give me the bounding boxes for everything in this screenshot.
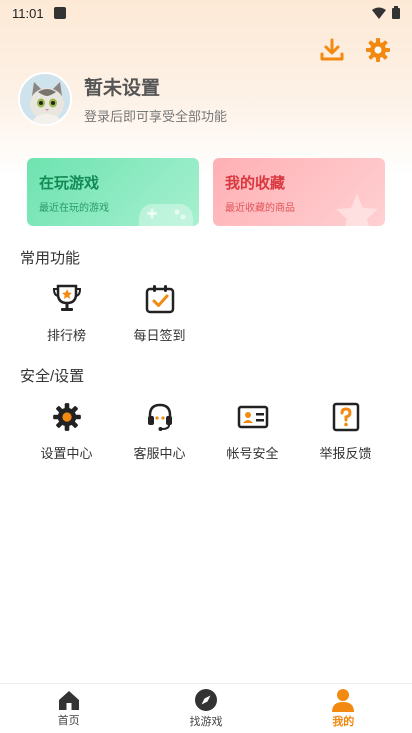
leaderboard-label: 排行榜 (46, 328, 86, 343)
daily-checkin-button[interactable]: 每日签到 (113, 281, 206, 344)
notification-icon (53, 7, 66, 19)
gear-icon (366, 38, 390, 62)
headset-icon (147, 403, 172, 431)
user-icon (332, 689, 355, 712)
settings-center-label: 设置中心 (40, 446, 93, 461)
settings-button[interactable] (364, 36, 392, 64)
star-icon (336, 194, 378, 226)
profile-subtitle: 登录后即可享受全部功能 (84, 109, 228, 124)
common-section-title: 常用功能 (20, 250, 81, 267)
settings-center-button[interactable]: 设置中心 (20, 399, 113, 462)
account-security-label: 帐号安全 (226, 446, 279, 461)
tab-find-games[interactable]: 找游戏 (137, 684, 274, 733)
settings-row: 设置中心 客服中心 帐号安全 举报反馈 (20, 399, 392, 462)
compass-icon (194, 689, 217, 711)
wifi-icon (372, 7, 386, 19)
tab-home-label: 首页 (57, 715, 80, 727)
tab-mine-label: 我的 (332, 716, 355, 728)
download-icon (320, 38, 344, 61)
download-button[interactable] (318, 36, 346, 64)
report-feedback-label: 举报反馈 (319, 446, 372, 461)
battery-icon (392, 6, 400, 19)
question-icon (332, 402, 359, 432)
report-feedback-button[interactable]: 举报反馈 (299, 399, 392, 462)
id-card-icon (237, 405, 268, 429)
settings-section-title: 安全/设置 (20, 368, 85, 385)
trophy-icon (52, 284, 81, 311)
customer-service-label: 客服中心 (133, 446, 186, 461)
calendar-check-icon (145, 285, 174, 314)
profile-section[interactable]: 暂未设置 登录后即可享受全部功能 (18, 72, 227, 126)
tab-home[interactable]: 首页 (0, 684, 137, 733)
cat-avatar-icon (20, 74, 70, 124)
account-security-button[interactable]: 帐号安全 (206, 399, 299, 462)
tab-mine[interactable]: 我的 (275, 684, 412, 733)
gear-icon (52, 403, 81, 431)
bottom-tabbar: 首页 找游戏 我的 (0, 683, 412, 733)
gamepad-icon (138, 204, 194, 226)
avatar[interactable] (18, 72, 72, 126)
my-favorites-card[interactable]: 我的收藏 最近收藏的商品 (213, 158, 385, 226)
top-actions (318, 36, 392, 64)
common-functions-row: 排行榜 每日签到 (20, 281, 392, 344)
daily-checkin-label: 每日签到 (133, 328, 186, 343)
playing-games-card[interactable]: 在玩游戏 最近在玩的游戏 (27, 158, 199, 226)
status-time: 11:01 (12, 5, 44, 21)
status-bar: 11:01 (0, 0, 412, 26)
cards-row: 在玩游戏 最近在玩的游戏 我的收藏 最近收藏的商品 (27, 158, 385, 226)
tab-find-games-label: 找游戏 (189, 716, 223, 728)
leaderboard-button[interactable]: 排行榜 (20, 281, 113, 344)
customer-service-button[interactable]: 客服中心 (113, 399, 206, 462)
home-icon (58, 691, 79, 710)
profile-name: 暂未设置 (84, 78, 161, 99)
